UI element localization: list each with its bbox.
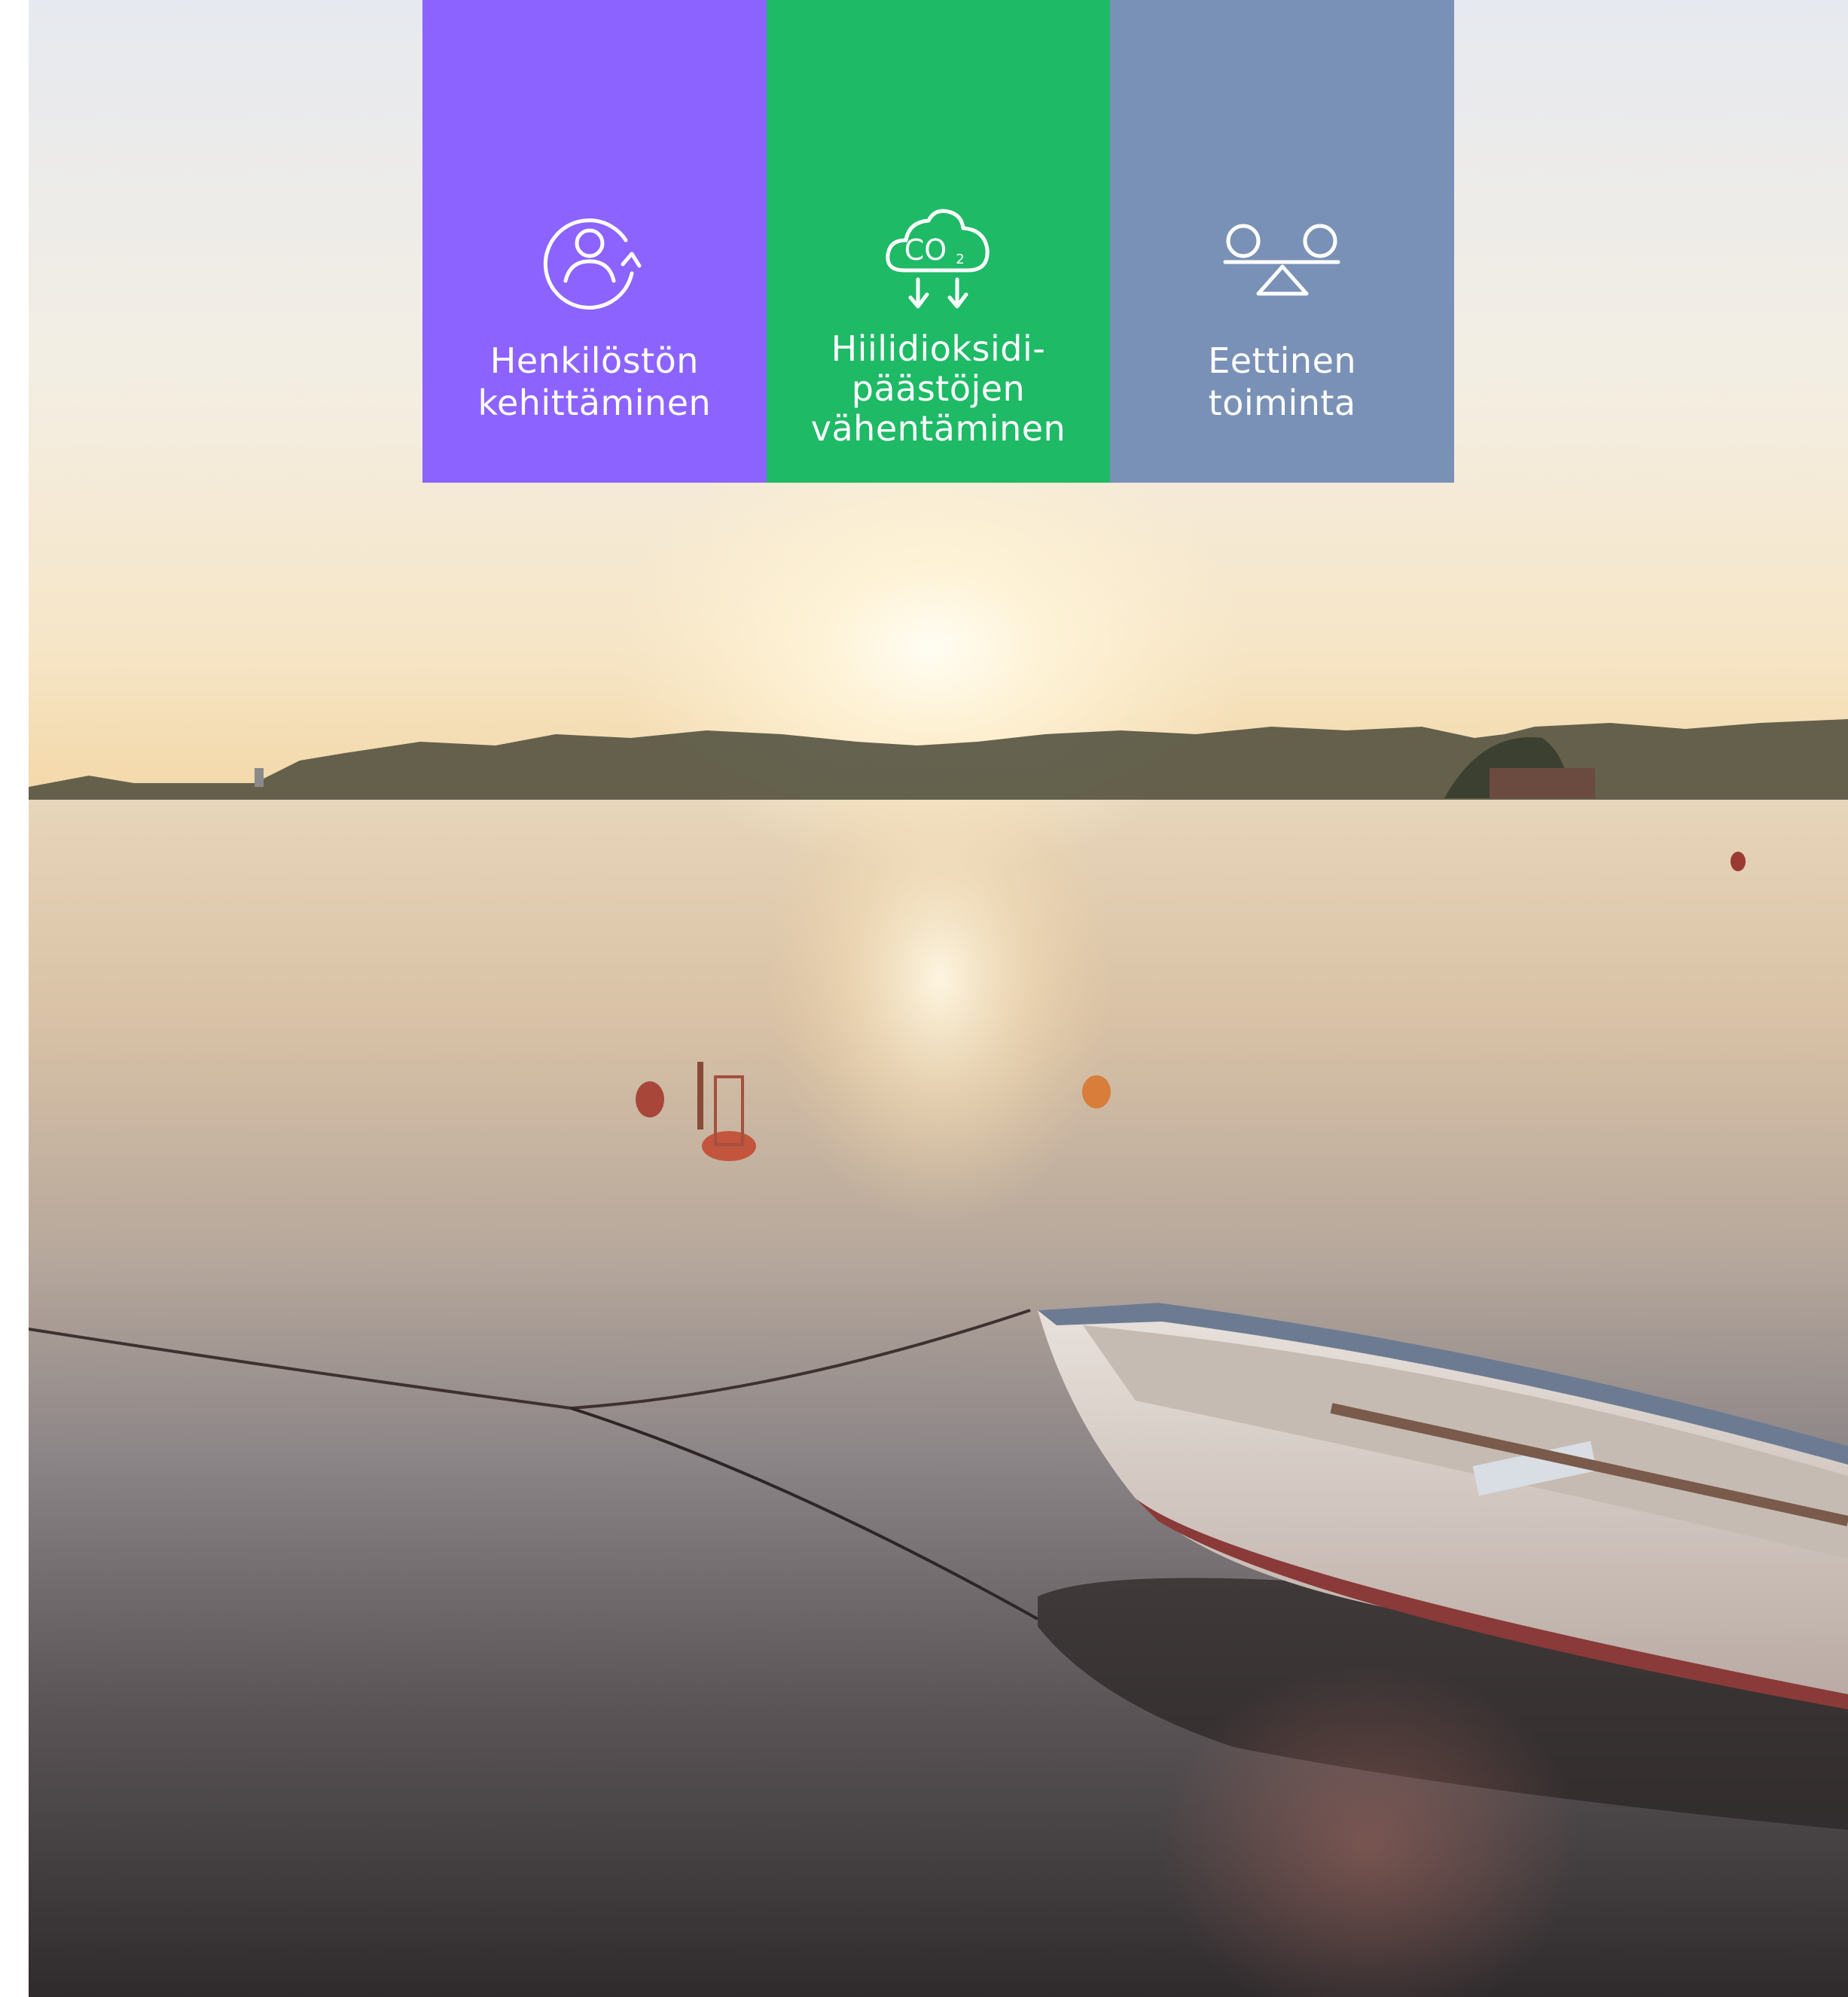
label-line: toiminta — [1208, 383, 1356, 423]
tile-personnel-development[interactable]: Henkilöstön kehittäminen — [422, 0, 767, 483]
label-line: päästöjen — [851, 368, 1026, 409]
balance-seesaw-icon — [1223, 207, 1340, 313]
label-line: kehittäminen — [477, 383, 712, 423]
page: Henkilöstön kehittäminen CO 2 Hiilidioks… — [0, 0, 1848, 1997]
tile-label: Eettinen toiminta — [1147, 340, 1418, 424]
label-line: Hiilidioksidi- — [831, 328, 1046, 369]
tile-label: Hiilidioksidi- päästöjen vähentäminen — [803, 329, 1074, 449]
co2-icon-text: CO — [904, 233, 947, 267]
tile-label: Henkilöstön kehittäminen — [459, 340, 730, 424]
focus-area-tiles: Henkilöstön kehittäminen CO 2 Hiilidioks… — [422, 0, 1454, 483]
label-line: Henkilöstön — [489, 340, 699, 381]
label-line: Eettinen — [1208, 340, 1357, 381]
left-margin — [0, 0, 29, 1997]
co2-icon-subscript: 2 — [956, 252, 964, 267]
tile-co2-reduction[interactable]: CO 2 Hiilidioksidi- päästöjen vähentämin… — [766, 0, 1111, 483]
label-line: vähentäminen — [810, 408, 1066, 449]
tile-ethical-conduct[interactable]: Eettinen toiminta — [1110, 0, 1454, 483]
person-cycle-icon — [538, 207, 651, 313]
co2-cloud-reduction-icon: CO 2 — [882, 207, 995, 313]
